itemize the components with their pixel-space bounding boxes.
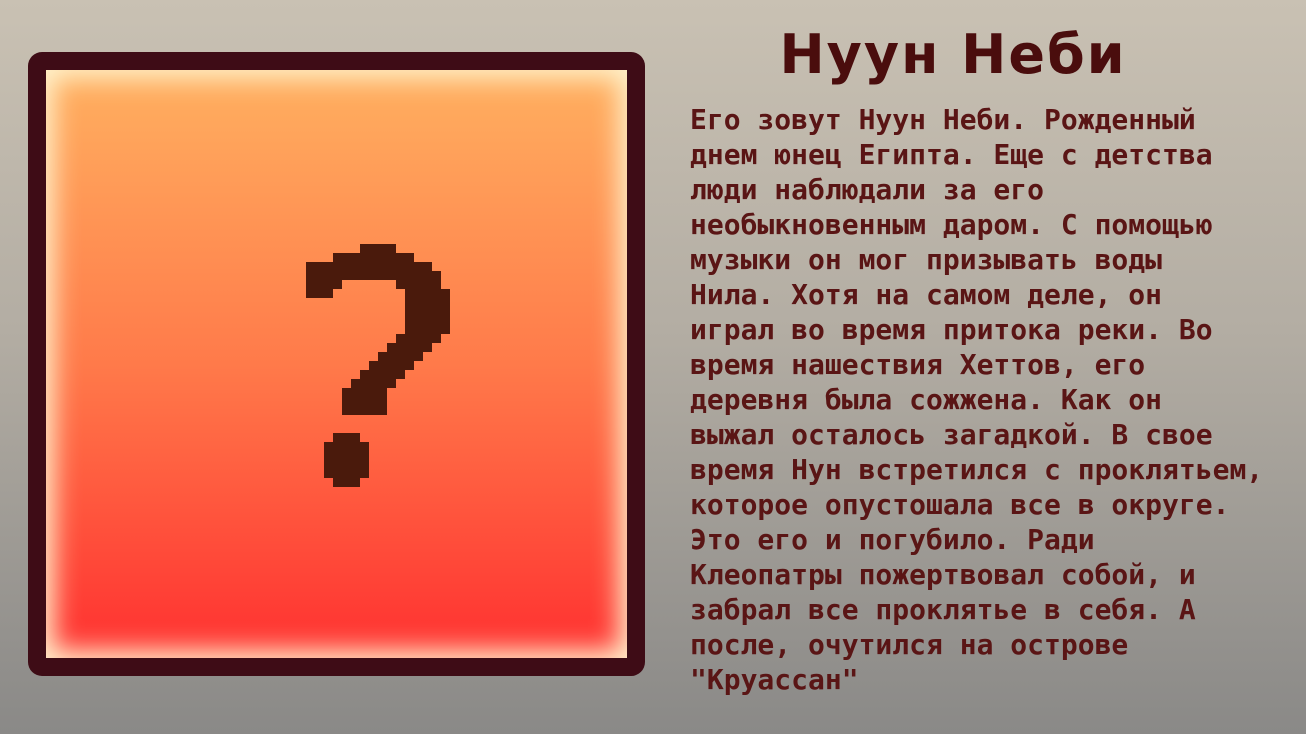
bio-line: музыки он мог призывать воды bbox=[690, 243, 1163, 276]
bio-line: время Нун встретился с проклятьем, bbox=[690, 453, 1264, 486]
bio-line: Клеопатры пожертвовал собой, и bbox=[690, 558, 1196, 591]
bio-line: Его зовут Нуун Неби. Рожденный bbox=[690, 103, 1196, 136]
character-bio: Его зовут Нуун Неби. Рожденный днем юнец… bbox=[690, 102, 1290, 697]
bio-line: "Круассан" bbox=[690, 663, 859, 696]
bio-line: играл во время притока реки. Во bbox=[690, 313, 1213, 346]
bio-line: Нила. Хотя на самом деле, он bbox=[690, 278, 1163, 311]
bio-line: днем юнец Египта. Еще с детства bbox=[690, 138, 1213, 171]
bio-line: деревня была сожжена. Как он bbox=[690, 383, 1163, 416]
bio-line: которое опустошала все в округе. bbox=[690, 488, 1230, 521]
bio-line: время нашествия Хеттов, его bbox=[690, 348, 1146, 381]
question-mark-icon bbox=[306, 244, 450, 487]
bio-line: выжал осталось загадкой. В свое bbox=[690, 418, 1213, 451]
character-card: Нуун Неби Его зовут Нуун Неби. Рожденный… bbox=[0, 0, 1306, 734]
portrait-frame bbox=[28, 52, 645, 676]
portrait-area bbox=[46, 70, 627, 658]
character-name: Нуун Неби bbox=[779, 23, 1127, 86]
bio-line: необыкновенным даром. С помощью bbox=[690, 208, 1213, 241]
bio-line: люди наблюдали за его bbox=[690, 173, 1045, 206]
bio-line: забрал все проклятье в себя. А bbox=[690, 593, 1196, 626]
bio-line: после, очутился на острове bbox=[690, 628, 1129, 661]
bio-line: Это его и погубило. Ради bbox=[690, 523, 1095, 556]
